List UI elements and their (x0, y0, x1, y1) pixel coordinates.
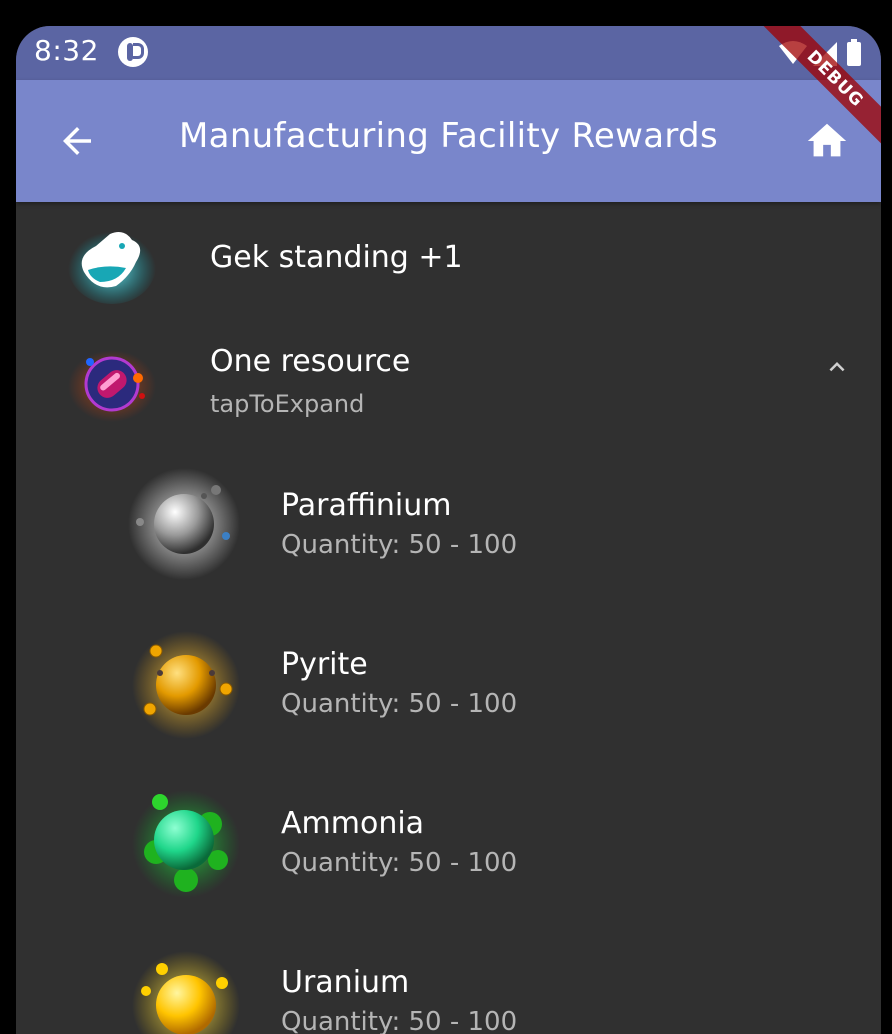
app-notification-icon (118, 37, 148, 67)
resource-item-ammonia[interactable]: Ammonia Quantity: 50 - 100 (16, 764, 881, 923)
app-screen: 8:32 Manufacturing Facility Rewards DEBU… (16, 26, 881, 1034)
resource-name: Pyrite (281, 647, 368, 682)
reward-subtitle: tapToExpand (210, 390, 365, 418)
reward-one-resource[interactable]: One resource tapToExpand (16, 324, 881, 446)
reward-title: Gek standing +1 (210, 240, 463, 275)
pyrite-icon (132, 631, 240, 739)
resource-quantity: Quantity: 50 - 100 (281, 1007, 518, 1034)
resource-name: Ammonia (281, 806, 425, 841)
status-bar: 8:32 (16, 26, 881, 80)
app-bar: Manufacturing Facility Rewards (16, 80, 881, 202)
resource-item-pyrite[interactable]: Pyrite Quantity: 50 - 100 (16, 605, 881, 764)
reward-title: One resource (210, 344, 411, 379)
resource-quantity: Quantity: 50 - 100 (281, 530, 518, 560)
battery-icon (847, 42, 861, 66)
resource-items: Paraffinium Quantity: 50 - 100 Pyrite Qu… (16, 446, 881, 1034)
resource-capsule-icon (68, 350, 156, 422)
rewards-list: Gek standing +1 One resource tapToExpand… (16, 202, 881, 1034)
resource-quantity: Quantity: 50 - 100 (281, 689, 518, 719)
resource-item-paraffinium[interactable]: Paraffinium Quantity: 50 - 100 (16, 446, 881, 605)
gek-race-icon (68, 228, 156, 304)
status-time: 8:32 (34, 34, 99, 67)
reward-gek-standing[interactable]: Gek standing +1 (16, 202, 881, 324)
home-icon[interactable] (804, 118, 850, 164)
page-title: Manufacturing Facility Rewards (179, 116, 718, 156)
resource-item-uranium[interactable]: Uranium Quantity: 50 - 100 (16, 923, 881, 1034)
resource-name: Uranium (281, 965, 410, 1000)
ammonia-icon (132, 790, 240, 898)
resource-name: Paraffinium (281, 488, 452, 523)
uranium-icon (132, 951, 240, 1034)
chevron-up-icon[interactable] (822, 352, 852, 382)
resource-quantity: Quantity: 50 - 100 (281, 848, 518, 878)
paraffinium-icon (128, 468, 240, 580)
